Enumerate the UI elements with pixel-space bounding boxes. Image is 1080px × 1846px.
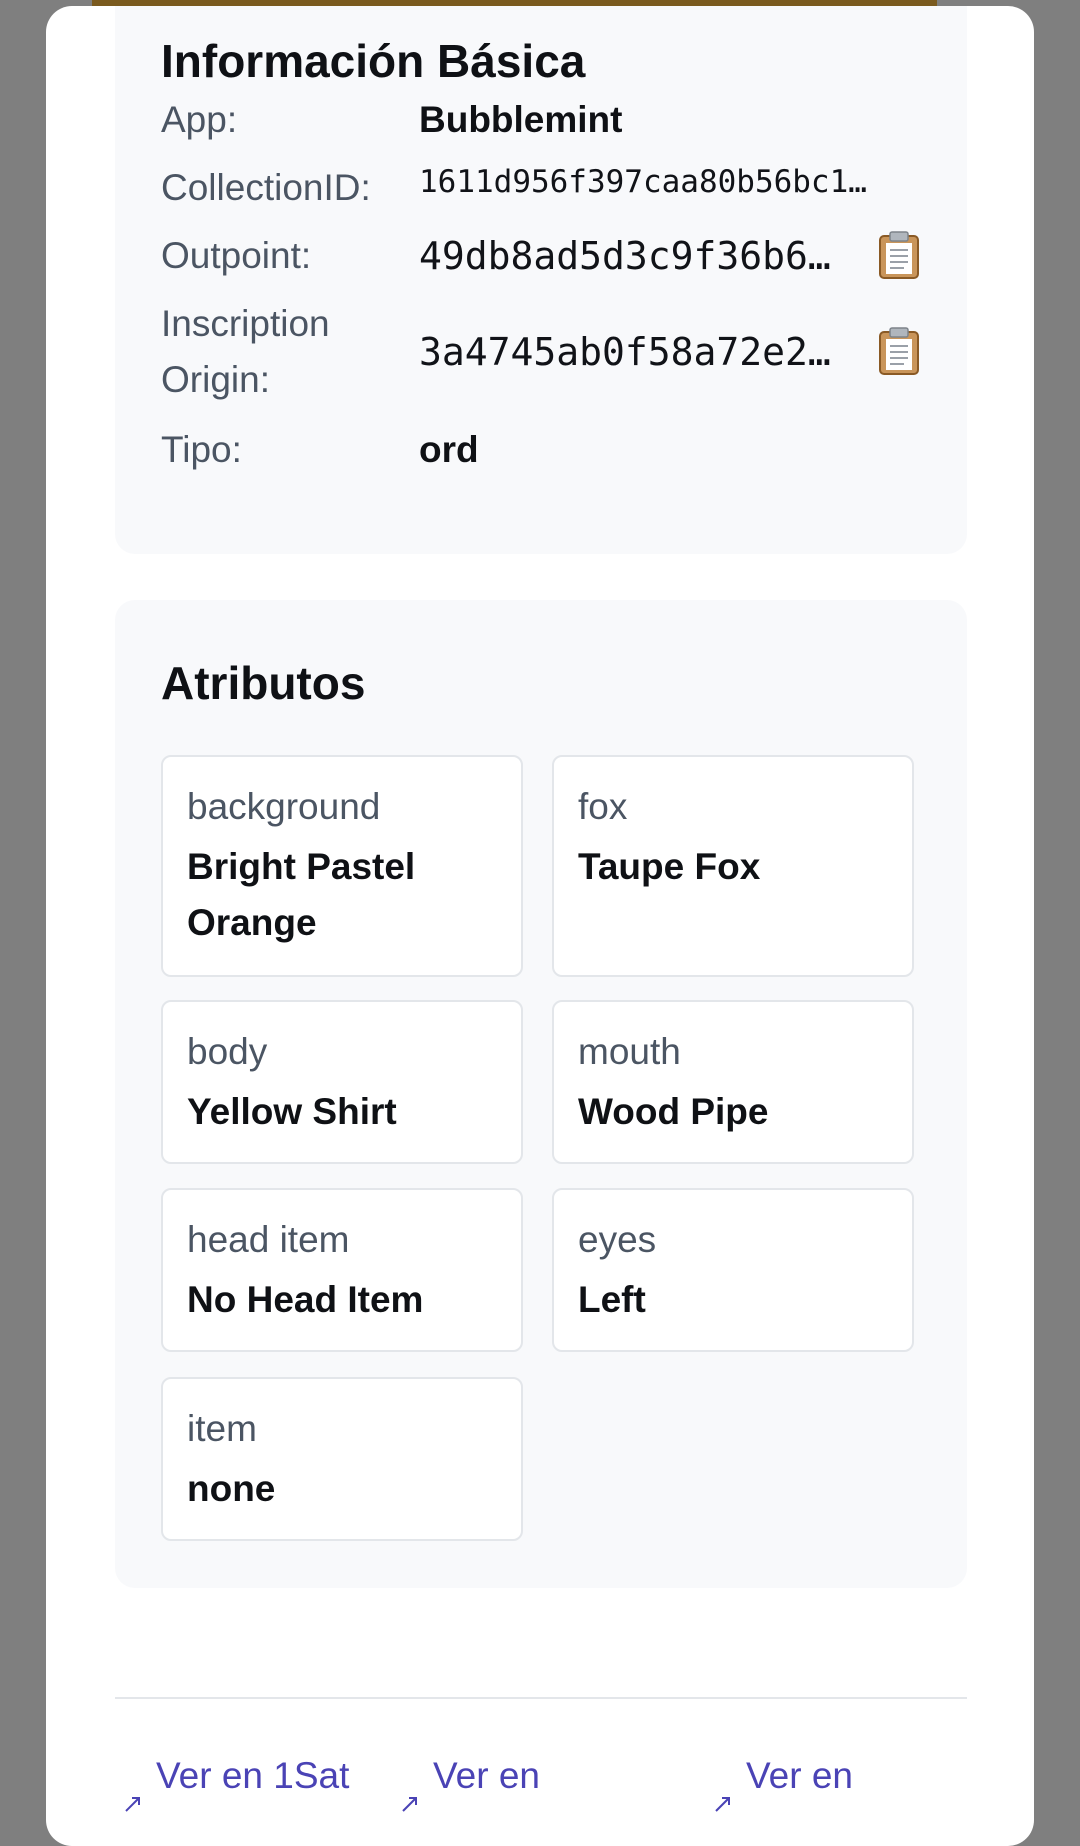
attribute-value: Yellow Shirt <box>187 1091 397 1132</box>
attribute-value: Bright Pastel Orange <box>187 846 416 943</box>
external-link-icon[interactable] <box>712 1793 734 1815</box>
attributes-section: Atributos background Bright Pastel Orang… <box>115 600 967 1588</box>
basic-info-section: Información Básica App: Bubblemint Colle… <box>115 6 967 554</box>
info-value-inscription-origin: 3a4745ab0f58a72e2… <box>419 330 831 374</box>
attribute-card-mouth: mouth Wood Pipe <box>552 1000 914 1164</box>
external-link-icon[interactable] <box>122 1793 144 1815</box>
footer-divider <box>115 1697 967 1699</box>
info-row-inscription-origin: Inscription Origin: 3a4745ab0f58a72e2… <box>161 296 941 408</box>
attribute-card-item: item none <box>161 1377 523 1541</box>
attribute-card-fox: fox Taupe Fox <box>552 755 914 977</box>
info-label-app: App: <box>161 99 238 140</box>
attribute-key: eyes <box>578 1219 657 1260</box>
copy-inscription-origin-button[interactable] <box>877 326 921 376</box>
detail-modal: Información Básica App: Bubblemint Colle… <box>46 6 1034 1846</box>
attribute-value: Taupe Fox <box>578 846 761 887</box>
info-label-outpoint: Outpoint: <box>161 235 312 276</box>
info-row-app: App: Bubblemint <box>161 92 941 148</box>
view-on-1sat-link[interactable]: Ver en 1Sat <box>156 1748 349 1804</box>
info-label-inscription-origin-line1: Inscription <box>161 303 330 344</box>
attribute-card-head-item: head item No Head Item <box>161 1188 523 1352</box>
info-label-tipo: Tipo: <box>161 429 242 470</box>
attribute-card-background: background Bright Pastel Orange <box>161 755 523 977</box>
attribute-key: background <box>187 786 381 827</box>
attribute-key: fox <box>578 786 628 827</box>
clipboard-icon <box>879 327 919 375</box>
attribute-key: body <box>187 1031 268 1072</box>
clipboard-icon <box>879 231 919 279</box>
view-on-link-3[interactable]: Ver en <box>746 1748 853 1804</box>
info-label-inscription-origin-line2: Origin: <box>161 359 270 400</box>
info-row-collection-id: CollectionID: 1611d956f397caa80b56bc1… <box>161 160 941 216</box>
info-row-outpoint: Outpoint: 49db8ad5d3c9f36b6… <box>161 228 941 284</box>
attribute-key: item <box>187 1408 257 1449</box>
basic-info-title: Información Básica <box>161 35 586 87</box>
attribute-card-eyes: eyes Left <box>552 1188 914 1352</box>
attribute-value: Wood Pipe <box>578 1091 769 1132</box>
attribute-value: none <box>187 1468 276 1509</box>
info-value-tipo: ord <box>419 429 479 470</box>
external-link-icon[interactable] <box>399 1793 421 1815</box>
attribute-value: No Head Item <box>187 1279 424 1320</box>
info-value-app: Bubblemint <box>419 99 623 140</box>
attribute-card-body: body Yellow Shirt <box>161 1000 523 1164</box>
attribute-key: mouth <box>578 1031 681 1072</box>
copy-outpoint-button[interactable] <box>877 230 921 280</box>
view-on-link-2[interactable]: Ver en <box>433 1748 540 1804</box>
attribute-value: Left <box>578 1279 646 1320</box>
info-label-collection-id: CollectionID: <box>161 167 371 208</box>
info-row-tipo: Tipo: ord <box>161 422 941 478</box>
info-value-collection-id: 1611d956f397caa80b56bc1… <box>419 164 867 200</box>
attributes-title: Atributos <box>161 657 366 709</box>
info-value-outpoint: 49db8ad5d3c9f36b6… <box>419 234 831 278</box>
attribute-key: head item <box>187 1219 350 1260</box>
